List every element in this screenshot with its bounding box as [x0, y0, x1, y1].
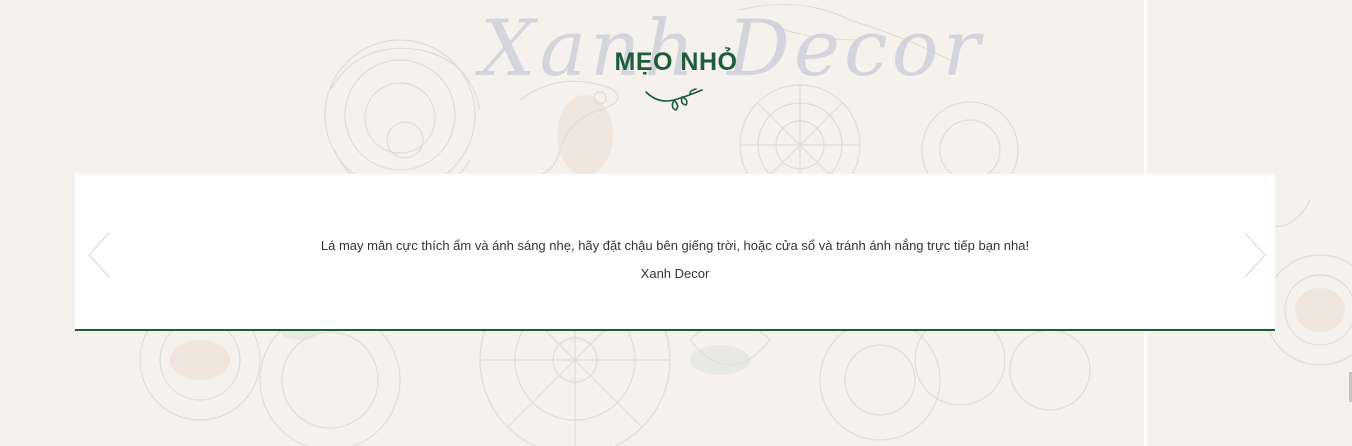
tip-author: Xanh Decor	[640, 266, 710, 281]
tip-text: Lá may mân cực thích ẩm và ánh sáng nhẹ,…	[320, 238, 1030, 253]
chevron-left-icon[interactable]	[83, 229, 113, 279]
leaf-swirl-icon	[645, 88, 703, 111]
chevron-right-icon[interactable]	[1239, 229, 1269, 279]
section-title: MẸO NHỎ	[614, 48, 738, 76]
tip-card: Lá may mân cực thích ẩm và ánh sáng nhẹ,…	[75, 174, 1275, 331]
tips-section: Xanh Decor MẸO NHỎ Lá may mân cực thích …	[0, 0, 1352, 446]
